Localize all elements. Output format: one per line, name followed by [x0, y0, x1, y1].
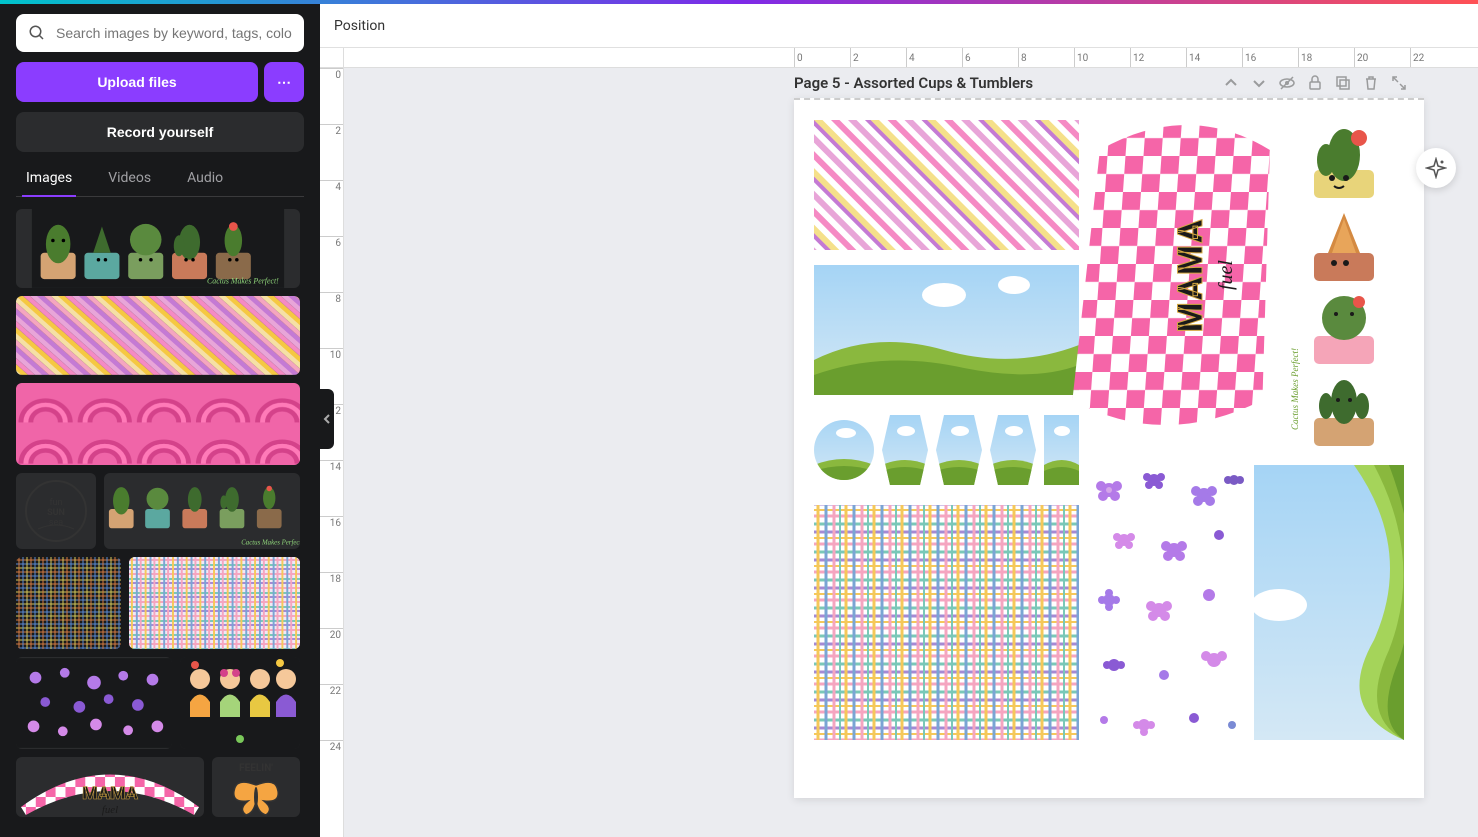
- svg-text:FEELIN': FEELIN': [239, 763, 273, 774]
- search-icon: [28, 24, 46, 42]
- ruler-horizontal: 0 2 4 6 8 10 12 14 16 18 20 22: [344, 48, 1478, 68]
- record-yourself-button[interactable]: Record yourself: [16, 112, 304, 152]
- page-up-icon[interactable]: [1222, 74, 1240, 92]
- thumb-butterfly[interactable]: FEELIN': [212, 757, 300, 817]
- page-title[interactable]: Page 5 - Assorted Cups & Tumblers: [794, 74, 1033, 92]
- page-item-landscape[interactable]: [814, 265, 1079, 395]
- uploads-panel: Upload files ⋯ Record yourself Images Vi…: [0, 4, 320, 837]
- svg-text:fun: fun: [49, 498, 62, 508]
- design-page[interactable]: MAMA fuel Cactus Makes Perfect!: [794, 98, 1424, 798]
- ruler-vertical: 0 2 4 6 8 10 12 14 16 18 20 22 24: [320, 68, 344, 837]
- thumb-cactus-small[interactable]: Cactus Makes Perfect!: [104, 473, 300, 549]
- visibility-icon[interactable]: [1278, 74, 1296, 92]
- thumb-mama-checker[interactable]: MAMA fuel: [16, 757, 204, 817]
- thumb-characters[interactable]: [180, 657, 300, 749]
- ruler-corner: [320, 48, 344, 68]
- thumb-flowers[interactable]: [16, 657, 172, 749]
- page-item-mama-checker[interactable]: MAMA fuel: [1071, 125, 1282, 425]
- thumb-plaid-pastel[interactable]: [129, 557, 300, 649]
- ai-assist-button[interactable]: [1416, 148, 1456, 188]
- thumb-cactus-row[interactable]: Cactus Makes Perfect!: [16, 209, 300, 288]
- sparkle-icon: [1425, 157, 1447, 179]
- tab-images[interactable]: Images: [22, 162, 76, 196]
- duplicate-icon[interactable]: [1334, 74, 1352, 92]
- media-tabs: Images Videos Audio: [16, 162, 304, 197]
- panel-collapse-handle[interactable]: [320, 389, 334, 449]
- canvas-scroll[interactable]: Page 5 - Assorted Cups & Tumblers: [344, 68, 1478, 837]
- page-down-icon[interactable]: [1250, 74, 1268, 92]
- svg-text:Cactus Makes Perfect!: Cactus Makes Perfect!: [207, 276, 279, 285]
- svg-text:MAMA: MAMA: [82, 783, 139, 804]
- page-item-landscape-tabs[interactable]: [814, 415, 1079, 485]
- upload-more-button[interactable]: ⋯: [264, 62, 304, 102]
- thumb-stripes[interactable]: [16, 296, 300, 375]
- upload-files-button[interactable]: Upload files: [16, 62, 258, 102]
- thumb-fun-sun-sea[interactable]: funSUNsea: [16, 473, 96, 549]
- image-gallery[interactable]: Cactus Makes Perfect!: [16, 209, 304, 837]
- svg-text:SUN: SUN: [47, 508, 65, 518]
- canvas-area[interactable]: 0 2 4 6 8 10 12 14 16 18 20 22 0 2 4 6 8…: [320, 48, 1478, 837]
- expand-icon[interactable]: [1390, 74, 1408, 92]
- search-wrap: [16, 14, 304, 52]
- search-input[interactable]: [16, 14, 304, 52]
- page-item-stripes[interactable]: [814, 120, 1079, 250]
- svg-text:sea: sea: [49, 518, 63, 528]
- thumb-rainbows[interactable]: [16, 383, 300, 465]
- page-item-landscape-tall[interactable]: [1251, 465, 1404, 740]
- editor-toolbar: Position: [320, 4, 1478, 48]
- tab-videos[interactable]: Videos: [104, 162, 155, 196]
- svg-text:fuel: fuel: [102, 804, 118, 816]
- page-item-flowers[interactable]: [1089, 465, 1249, 740]
- tab-audio[interactable]: Audio: [183, 162, 227, 196]
- page-actions: [1222, 74, 1408, 92]
- svg-text:Cactus Makes Perfect!: Cactus Makes Perfect!: [1290, 348, 1300, 430]
- editor-main: Position 0 2 4 6 8 10 12 14 16 18 20 22 …: [320, 4, 1478, 837]
- svg-text:Cactus Makes Perfect!: Cactus Makes Perfect!: [241, 539, 300, 546]
- thumb-plaid-dark[interactable]: [16, 557, 121, 649]
- page-header: Page 5 - Assorted Cups & Tumblers: [794, 68, 1418, 98]
- page-item-plaid[interactable]: [814, 505, 1079, 740]
- page-item-cactus-column[interactable]: Cactus Makes Perfect!: [1290, 129, 1374, 446]
- chevron-left-icon: [323, 413, 331, 425]
- position-button[interactable]: Position: [334, 18, 385, 34]
- delete-icon[interactable]: [1362, 74, 1380, 92]
- svg-text:MAMA: MAMA: [1171, 218, 1211, 333]
- lock-icon[interactable]: [1306, 74, 1324, 92]
- svg-text:fuel: fuel: [1215, 260, 1237, 290]
